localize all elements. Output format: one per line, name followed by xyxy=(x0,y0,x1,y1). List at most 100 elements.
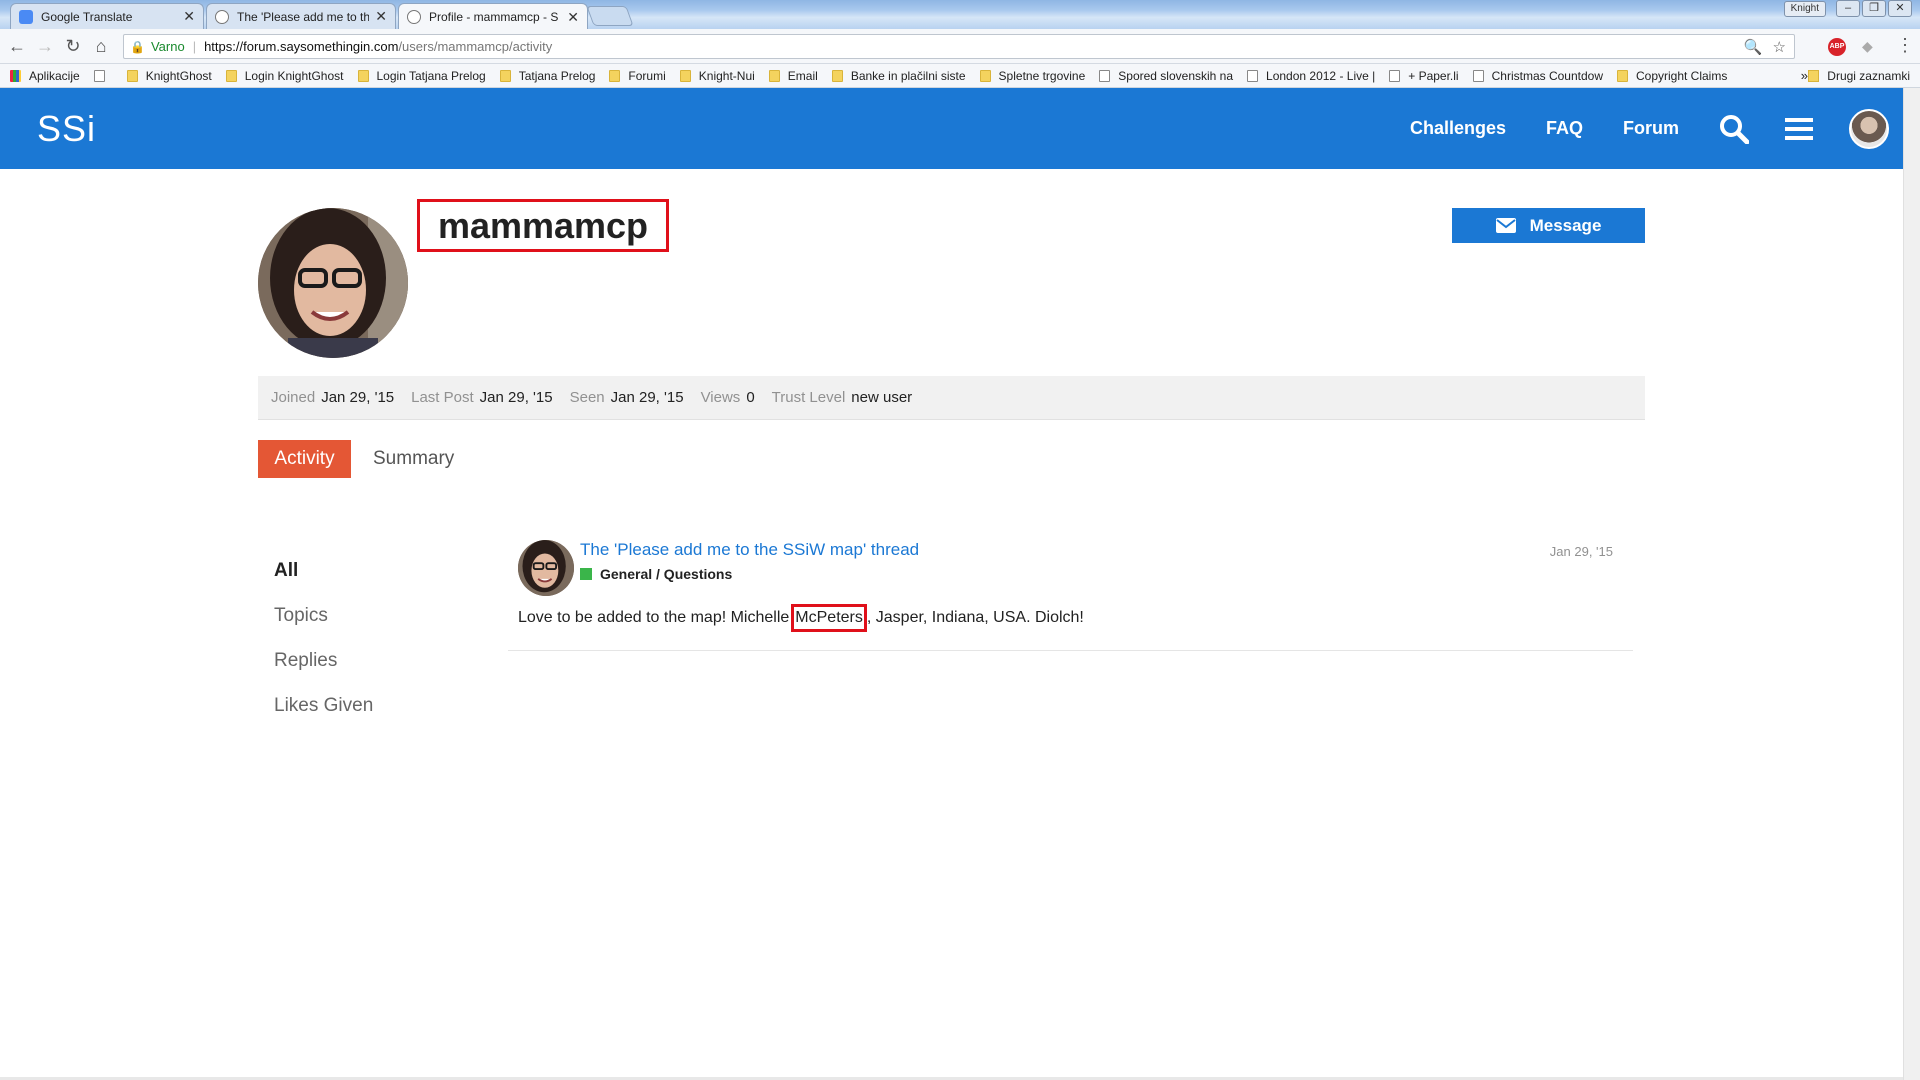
nav-faq[interactable]: FAQ xyxy=(1546,118,1583,139)
folder-icon xyxy=(831,69,843,82)
new-tab-button[interactable] xyxy=(586,6,634,26)
bookmark-label: + Paper.li xyxy=(1408,68,1459,83)
tab-activity[interactable]: Activity xyxy=(258,440,351,478)
bookmark-item[interactable]: Christmas Countdow xyxy=(1472,68,1603,83)
browser-tab-thread[interactable]: The 'Please add me to th ✕ xyxy=(206,3,396,29)
filter-topics[interactable]: Topics xyxy=(274,593,373,638)
profile-tabs: Activity Summary xyxy=(258,440,468,478)
bookmark-label: Christmas Countdow xyxy=(1491,68,1603,83)
bookmark-item[interactable] xyxy=(93,69,113,82)
post-author-avatar[interactable] xyxy=(518,540,574,596)
browser-tab-profile[interactable]: Profile - mammamcp - S ✕ xyxy=(398,3,588,30)
post-excerpt-text: Love to be added to the map! Michelle xyxy=(518,609,790,626)
close-icon[interactable]: ✕ xyxy=(183,8,195,25)
extension-icon[interactable]: ◆ xyxy=(1862,38,1873,55)
browser-tab-google-translate[interactable]: Google Translate ✕ xyxy=(10,3,204,29)
profile-stats-bar: Joined Jan 29, '15 Last Post Jan 29, '15… xyxy=(258,376,1645,420)
page-icon xyxy=(93,69,105,82)
bookmark-label: Aplikacije xyxy=(29,68,80,83)
close-icon[interactable]: ✕ xyxy=(567,9,579,26)
bookmark-item[interactable]: Spletne trgovine xyxy=(979,69,1085,83)
bookmark-item[interactable]: Login Tatjana Prelog xyxy=(357,68,486,83)
site-logo[interactable]: SSi xyxy=(37,108,96,150)
page-scrollbar[interactable] xyxy=(1903,88,1920,1080)
bookmark-item[interactable]: Email xyxy=(768,69,818,83)
hamburger-menu-icon[interactable] xyxy=(1785,117,1813,141)
search-icon[interactable] xyxy=(1719,114,1749,144)
bookmarks-overflow-button[interactable]: » xyxy=(1801,68,1808,83)
filter-all[interactable]: All xyxy=(274,548,373,593)
url-path: /users/mammamcp/activity xyxy=(398,39,553,54)
bookmark-label: Knight-Nui xyxy=(698,68,755,83)
bookmark-item[interactable]: Knight-Nui xyxy=(679,68,755,83)
current-user-avatar[interactable] xyxy=(1849,108,1889,149)
filter-likes-given[interactable]: Likes Given xyxy=(274,683,373,728)
browser-menu-icon[interactable]: ⋮ xyxy=(1896,35,1914,56)
stat-label: Last Post xyxy=(411,389,474,406)
other-bookmarks[interactable]: Drugi zaznamki xyxy=(1808,69,1910,83)
stat-views-value: 0 xyxy=(746,389,755,406)
stat-joined-value: Jan 29, '15 xyxy=(321,389,395,406)
omnibox-actions: 🔍 ☆ xyxy=(1744,38,1786,56)
close-icon[interactable]: ✕ xyxy=(375,8,387,25)
profile-chip[interactable]: Knight xyxy=(1783,1,1826,17)
post-excerpt-text: , Jasper, Indiana, USA. Diolch! xyxy=(866,609,1084,626)
bookmarks-bar: Aplikacije KnightGhost Login KnightGhost Lo… xyxy=(0,64,1920,88)
site-header: SSi Challenges FAQ Forum xyxy=(0,88,1903,169)
bookmark-item[interactable]: Spored slovenskih na xyxy=(1099,69,1233,83)
bookmark-item[interactable]: KnightGhost xyxy=(126,68,212,83)
page-icon xyxy=(1472,69,1484,82)
bookmark-label: Copyright Claims xyxy=(1635,68,1728,83)
nav-forum[interactable]: Forum xyxy=(1623,118,1679,139)
bookmark-label: Login Tatjana Prelog xyxy=(376,68,486,83)
reload-icon[interactable]: ↻ xyxy=(62,37,84,55)
post-category[interactable]: General / Questions xyxy=(580,566,732,582)
home-icon[interactable]: ⌂ xyxy=(90,37,112,55)
bookmark-item[interactable]: + Paper.li xyxy=(1389,68,1459,83)
zoom-icon[interactable]: 🔍 xyxy=(1744,38,1763,56)
url-bar[interactable]: 🔒 Varno | https://forum.saysomethingin.c… xyxy=(123,34,1795,59)
activity-filter-nav: All Topics Replies Likes Given xyxy=(274,548,373,728)
message-button[interactable]: Message xyxy=(1452,208,1645,243)
bookmark-item[interactable]: Tatjana Prelog xyxy=(499,69,595,83)
post-excerpt-highlight: McPeters xyxy=(791,604,867,632)
page-icon xyxy=(1247,69,1259,82)
forward-icon[interactable]: → xyxy=(34,37,56,55)
discourse-icon xyxy=(215,9,229,24)
bookmark-item[interactable]: Banke in plačilni siste xyxy=(831,69,966,83)
envelope-icon xyxy=(1495,218,1516,233)
profile-username: mammamcp xyxy=(417,199,669,252)
stat-label: Joined xyxy=(271,389,316,406)
discourse-icon xyxy=(407,10,421,24)
folder-icon xyxy=(609,69,621,82)
top-navigation: Challenges FAQ Forum xyxy=(1410,88,1903,169)
tab-summary[interactable]: Summary xyxy=(359,440,468,478)
bookmark-item[interactable]: Aplikacije xyxy=(10,69,80,83)
message-button-label: Message xyxy=(1529,215,1602,235)
bookmark-item[interactable]: Copyright Claims xyxy=(1616,68,1728,83)
adblock-icon[interactable]: ABP xyxy=(1828,38,1846,56)
folder-icon xyxy=(225,69,237,82)
bookmark-item[interactable]: Login KnightGhost xyxy=(225,69,344,83)
stat-seen-value: Jan 29, '15 xyxy=(610,389,684,406)
activity-post: The 'Please add me to the SSiW map' thre… xyxy=(508,540,1633,651)
post-category-label: General / Questions xyxy=(600,566,733,582)
post-topic-link[interactable]: The 'Please add me to the SSiW map' thre… xyxy=(580,540,919,560)
folder-icon xyxy=(499,69,511,82)
folder-icon xyxy=(1808,69,1820,82)
bookmark-label: KnightGhost xyxy=(145,68,212,83)
filter-replies[interactable]: Replies xyxy=(274,638,373,683)
stat-trust-level-value: new user xyxy=(851,389,913,406)
minimize-icon[interactable]: – xyxy=(1836,0,1860,17)
close-window-icon[interactable]: ✕ xyxy=(1888,0,1912,17)
lock-icon: 🔒 xyxy=(130,39,145,54)
stat-label: Seen xyxy=(569,389,605,406)
bookmark-item[interactable]: Forumi xyxy=(609,69,666,83)
bookmark-star-icon[interactable]: ☆ xyxy=(1773,38,1786,56)
nav-challenges[interactable]: Challenges xyxy=(1410,118,1506,139)
back-icon[interactable]: ← xyxy=(6,37,28,55)
bookmark-item[interactable]: London 2012 - Live | xyxy=(1247,69,1375,83)
bookmark-label: London 2012 - Live | xyxy=(1266,68,1376,83)
restore-icon[interactable]: ❐ xyxy=(1862,0,1886,17)
category-color-swatch xyxy=(580,568,592,580)
